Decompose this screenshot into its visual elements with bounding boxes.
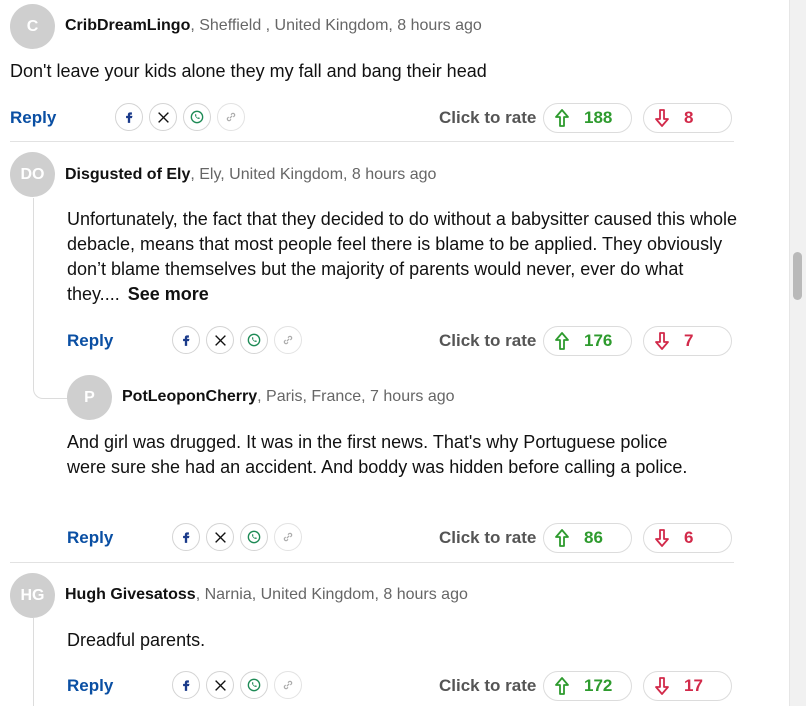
comment-text: And girl was drugged. It was in the firs… bbox=[67, 432, 688, 477]
see-more-link[interactable]: See more bbox=[128, 284, 209, 304]
downvote-count: 6 bbox=[684, 528, 694, 547]
author-name[interactable]: CribDreamLingo bbox=[65, 17, 190, 34]
comment-meta: CribDreamLingo, Sheffield , United Kingd… bbox=[65, 17, 482, 35]
whatsapp-icon[interactable] bbox=[183, 103, 211, 131]
thread-connector bbox=[33, 198, 70, 399]
upvote-button[interactable]: 172 bbox=[543, 671, 632, 701]
link-icon[interactable] bbox=[274, 523, 302, 551]
link-icon[interactable] bbox=[217, 103, 245, 131]
author-name[interactable]: Disgusted of Ely bbox=[65, 166, 190, 183]
facebook-icon[interactable] bbox=[172, 326, 200, 354]
divider bbox=[10, 562, 734, 563]
arrow-up-icon bbox=[555, 529, 569, 547]
avatar: C bbox=[10, 4, 55, 49]
arrow-down-icon bbox=[655, 677, 669, 695]
location-time: , Narnia, United Kingdom, 8 hours ago bbox=[195, 586, 468, 603]
comment-text: Don't leave your kids alone they my fall… bbox=[10, 61, 487, 81]
upvote-button[interactable]: 188 bbox=[543, 103, 632, 133]
whatsapp-icon[interactable] bbox=[240, 671, 268, 699]
upvote-count: 172 bbox=[584, 676, 613, 695]
share-buttons bbox=[115, 103, 245, 131]
avatar: P bbox=[67, 375, 112, 420]
arrow-up-icon bbox=[555, 109, 569, 127]
author-name[interactable]: Hugh Givesatoss bbox=[65, 586, 196, 603]
scrollbar[interactable] bbox=[789, 0, 806, 706]
reply-button[interactable]: Reply bbox=[67, 331, 113, 351]
share-buttons bbox=[172, 326, 302, 354]
facebook-icon[interactable] bbox=[172, 671, 200, 699]
comment-meta: PotLeoponCherry, Paris, France, 7 hours … bbox=[122, 388, 455, 406]
arrow-up-icon bbox=[555, 677, 569, 695]
click-to-rate-label: Click to rate bbox=[439, 108, 537, 127]
downvote-button[interactable]: 17 bbox=[643, 671, 732, 701]
location-time: , Sheffield , United Kingdom, 8 hours ag… bbox=[190, 17, 482, 34]
downvote-button[interactable]: 8 bbox=[643, 103, 732, 133]
downvote-count: 8 bbox=[684, 108, 694, 127]
facebook-icon[interactable] bbox=[172, 523, 200, 551]
click-to-rate-label: Click to rate bbox=[439, 331, 537, 350]
upvote-button[interactable]: 86 bbox=[543, 523, 632, 553]
x-icon[interactable] bbox=[149, 103, 177, 131]
thread-line bbox=[33, 618, 34, 706]
comment-text: Dreadful parents. bbox=[67, 630, 206, 650]
location-time: , Ely, United Kingdom, 8 hours ago bbox=[190, 166, 437, 183]
whatsapp-icon[interactable] bbox=[240, 326, 268, 354]
arrow-down-icon bbox=[655, 332, 669, 350]
downvote-count: 17 bbox=[684, 676, 703, 695]
comment-meta: Disgusted of Ely, Ely, United Kingdom, 8… bbox=[65, 166, 436, 184]
arrow-down-icon bbox=[655, 109, 669, 127]
reply-button[interactable]: Reply bbox=[10, 108, 56, 128]
scrollbar-thumb[interactable] bbox=[793, 252, 802, 300]
comment-text: Unfortunately, the fact that they decide… bbox=[67, 207, 747, 307]
upvote-button[interactable]: 176 bbox=[543, 326, 632, 356]
whatsapp-icon[interactable] bbox=[240, 523, 268, 551]
arrow-up-icon bbox=[555, 332, 569, 350]
link-icon[interactable] bbox=[274, 326, 302, 354]
location-time: , Paris, France, 7 hours ago bbox=[257, 388, 455, 405]
facebook-icon[interactable] bbox=[115, 103, 143, 131]
comment-meta: Hugh Givesatoss, Narnia, United Kingdom,… bbox=[65, 586, 468, 604]
click-to-rate-label: Click to rate bbox=[439, 528, 537, 547]
arrow-down-icon bbox=[655, 529, 669, 547]
author-name[interactable]: PotLeoponCherry bbox=[122, 388, 257, 405]
share-buttons bbox=[172, 671, 302, 699]
upvote-count: 176 bbox=[584, 331, 613, 350]
divider bbox=[10, 141, 734, 142]
upvote-count: 86 bbox=[584, 528, 603, 547]
link-icon[interactable] bbox=[274, 671, 302, 699]
x-icon[interactable] bbox=[206, 671, 234, 699]
x-icon[interactable] bbox=[206, 523, 234, 551]
click-to-rate-label: Click to rate bbox=[439, 676, 537, 695]
avatar: HG bbox=[10, 573, 55, 618]
share-buttons bbox=[172, 523, 302, 551]
x-icon[interactable] bbox=[206, 326, 234, 354]
downvote-button[interactable]: 7 bbox=[643, 326, 732, 356]
downvote-count: 7 bbox=[684, 331, 694, 350]
reply-button[interactable]: Reply bbox=[67, 528, 113, 548]
reply-button[interactable]: Reply bbox=[67, 676, 113, 696]
downvote-button[interactable]: 6 bbox=[643, 523, 732, 553]
upvote-count: 188 bbox=[584, 108, 613, 127]
avatar: DO bbox=[10, 152, 55, 197]
